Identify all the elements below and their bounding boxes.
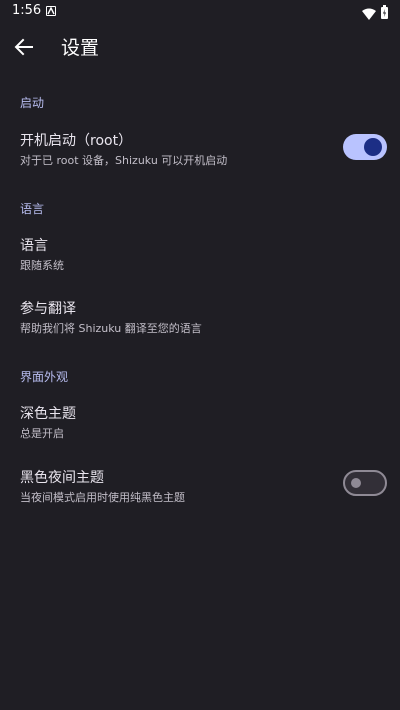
- black-night-theme-title: 黑色夜间主题: [20, 470, 104, 486]
- boot-start-title: 开机启动（root）: [20, 133, 133, 149]
- language-title: 语言: [20, 238, 48, 254]
- page-title: 设置: [61, 37, 100, 59]
- back-arrow-icon[interactable]: [13, 36, 35, 58]
- translate-summary: 帮助我们将 Shizuku 翻译至您的语言: [20, 322, 202, 335]
- boot-start-summary: 对于已 root 设备，Shizuku 可以开机启动: [20, 154, 228, 167]
- boot-start-setting[interactable]: 开机启动（root） 对于已 root 设备，Shizuku 可以开机启动: [0, 122, 400, 180]
- section-header-language: 语言: [20, 202, 45, 216]
- boot-start-switch[interactable]: [343, 134, 387, 160]
- battery-icon: [381, 4, 388, 23]
- dark-theme-summary: 总是开启: [20, 427, 64, 440]
- black-night-theme-summary: 当夜间模式启用时使用纯黑色主题: [20, 491, 185, 504]
- status-time: 1:56: [12, 3, 42, 18]
- language-summary: 跟随系统: [20, 259, 64, 272]
- wifi-icon: [362, 5, 376, 24]
- section-header-appearance: 界面外观: [20, 370, 69, 384]
- switch-thumb: [364, 138, 382, 156]
- black-night-theme-setting[interactable]: 黑色夜间主题 当夜间模式启用时使用纯黑色主题: [0, 459, 400, 517]
- black-night-theme-switch[interactable]: [343, 470, 387, 496]
- switch-thumb: [351, 478, 361, 488]
- dark-theme-setting[interactable]: 深色主题 总是开启: [0, 395, 400, 453]
- notification-a-icon: [46, 6, 56, 16]
- section-header-startup: 启动: [20, 96, 45, 110]
- app-bar: 设置: [0, 24, 400, 70]
- status-bar: 1:56: [0, 0, 400, 24]
- dark-theme-title: 深色主题: [20, 406, 76, 422]
- translate-title: 参与翻译: [20, 301, 76, 317]
- translate-setting[interactable]: 参与翻译 帮助我们将 Shizuku 翻译至您的语言: [0, 290, 400, 348]
- language-setting[interactable]: 语言 跟随系统: [0, 227, 400, 285]
